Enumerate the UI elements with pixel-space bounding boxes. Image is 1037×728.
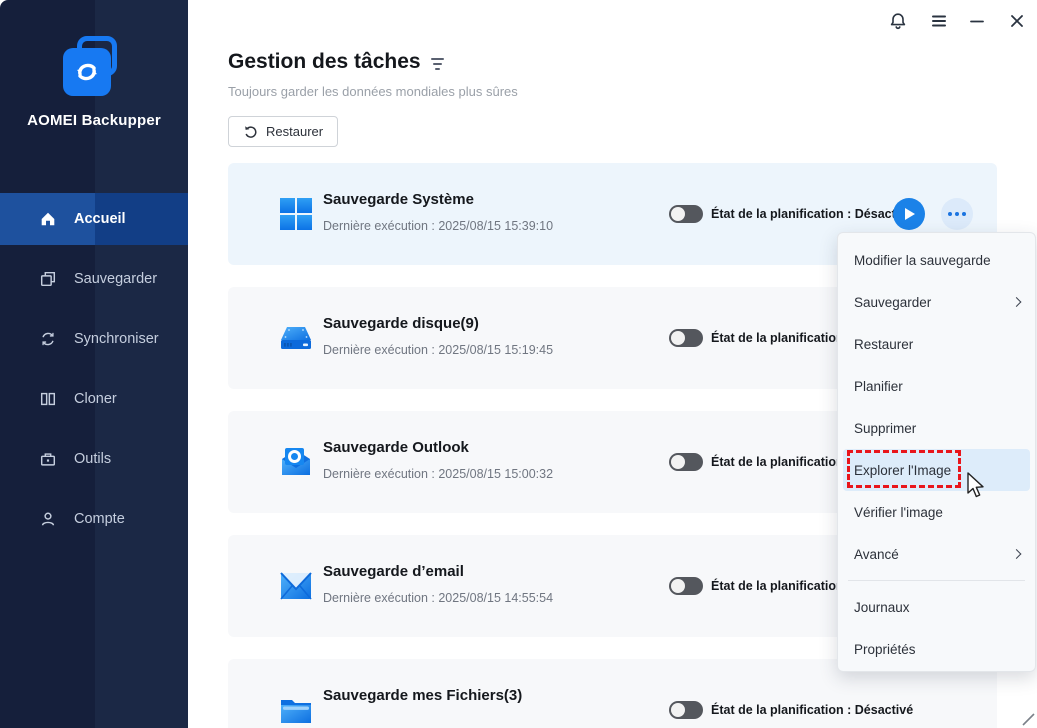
menu-item-explorer-l-image[interactable]: Explorer l'Image bbox=[843, 449, 1030, 491]
chevron-right-icon bbox=[1011, 297, 1022, 307]
restore-arrow-icon bbox=[245, 125, 257, 138]
task-name: Sauvegarde d’email bbox=[323, 563, 464, 580]
schedule-toggle[interactable] bbox=[669, 453, 703, 471]
backup-icon bbox=[38, 269, 58, 289]
menu-item-restaurer[interactable]: Restaurer bbox=[838, 323, 1035, 365]
sidebar-item-label: Accueil bbox=[74, 211, 126, 227]
schedule-toggle[interactable] bbox=[669, 577, 703, 595]
schedule-status: État de la planification : Désactivé bbox=[711, 703, 914, 717]
menu-item-avance[interactable]: Avancé bbox=[838, 533, 1035, 575]
schedule-toggle[interactable] bbox=[669, 329, 703, 347]
menu-item-sauvegarder[interactable]: Sauvegarder bbox=[838, 281, 1035, 323]
sync-icon bbox=[38, 329, 58, 349]
windows-icon bbox=[278, 196, 314, 232]
play-icon bbox=[904, 208, 915, 220]
sidebar: AOMEI Backupper Accueil Sauvegarder Sync… bbox=[0, 0, 188, 728]
task-name: Sauvegarde mes Fichiers(3) bbox=[323, 687, 523, 704]
task-last-run: Dernière exécution : 2025/08/15 14:55:54 bbox=[323, 591, 554, 605]
menu-item-modifier-la-sauvegarde[interactable]: Modifier la sauvegarde bbox=[838, 239, 1035, 281]
sidebar-item-sauvegarder[interactable]: Sauvegarder bbox=[0, 253, 188, 305]
sidebar-item-compte[interactable]: Compte bbox=[0, 493, 188, 545]
sidebar-item-cloner[interactable]: Cloner bbox=[0, 373, 188, 425]
sidebar-item-label: Compte bbox=[74, 511, 125, 527]
sidebar-item-label: Outils bbox=[74, 451, 112, 467]
filter-icon[interactable] bbox=[430, 58, 444, 70]
disk-icon bbox=[278, 320, 314, 356]
task-name: Sauvegarde Outlook bbox=[323, 439, 469, 456]
resize-grip[interactable] bbox=[1022, 713, 1035, 726]
menu-item-verifier-l-image[interactable]: Vérifier l'image bbox=[838, 491, 1035, 533]
close-icon[interactable] bbox=[1006, 10, 1028, 32]
app-logo: AOMEI Backupper bbox=[0, 36, 188, 129]
sidebar-item-outils[interactable]: Outils bbox=[0, 433, 188, 485]
more-options-button[interactable] bbox=[941, 198, 973, 230]
restore-button[interactable]: Restaurer bbox=[228, 116, 339, 147]
task-last-run: Dernière exécution : 2025/08/15 15:00:32 bbox=[323, 467, 554, 481]
sidebar-nav: Accueil Sauvegarder Synchroniser Cloner … bbox=[0, 193, 188, 553]
app-menu-icon[interactable] bbox=[928, 10, 950, 32]
menu-separator bbox=[848, 580, 1025, 581]
app-window: AOMEI Backupper Accueil Sauvegarder Sync… bbox=[0, 0, 1037, 728]
task-name: Sauvegarde disque(9) bbox=[323, 315, 479, 332]
schedule-toggle[interactable] bbox=[669, 205, 703, 223]
task-last-run: Dernière exécution : 2025/08/15 15:19:45 bbox=[323, 343, 554, 357]
menu-item-proprietes[interactable]: Propriétés bbox=[838, 628, 1035, 670]
menu-item-journaux[interactable]: Journaux bbox=[838, 586, 1035, 628]
aomei-logo-icon bbox=[63, 36, 125, 98]
email-icon bbox=[278, 568, 314, 604]
sync-arrows-icon bbox=[77, 63, 97, 81]
page-subtitle: Toujours garder les données mondiales pl… bbox=[228, 84, 518, 99]
outlook-icon bbox=[278, 444, 314, 480]
page-title: Gestion des tâches bbox=[228, 50, 444, 74]
mouse-cursor bbox=[966, 472, 990, 505]
chevron-right-icon bbox=[1011, 549, 1022, 559]
menu-item-planifier[interactable]: Planifier bbox=[838, 365, 1035, 407]
menu-item-supprimer[interactable]: Supprimer bbox=[838, 407, 1035, 449]
tools-icon bbox=[38, 449, 58, 469]
sidebar-item-label: Sauvegarder bbox=[74, 271, 158, 287]
minimize-icon[interactable] bbox=[966, 10, 988, 32]
account-icon bbox=[38, 509, 58, 529]
home-icon bbox=[38, 209, 58, 229]
folder-icon bbox=[278, 692, 314, 728]
sidebar-item-label: Synchroniser bbox=[74, 331, 159, 347]
sidebar-item-accueil[interactable]: Accueil bbox=[0, 193, 188, 245]
task-context-menu: Modifier la sauvegarde Sauvegarder Resta… bbox=[837, 232, 1036, 672]
run-backup-button[interactable] bbox=[893, 198, 925, 230]
task-last-run: Dernière exécution : 2025/08/15 15:39:10 bbox=[323, 219, 554, 233]
sidebar-item-synchroniser[interactable]: Synchroniser bbox=[0, 313, 188, 365]
app-name: AOMEI Backupper bbox=[27, 112, 161, 129]
schedule-toggle[interactable] bbox=[669, 701, 703, 719]
task-name: Sauvegarde Système bbox=[323, 191, 474, 208]
schedule-status: État de la planification : Désactivé bbox=[711, 207, 914, 221]
notifications-bell-icon[interactable] bbox=[887, 10, 909, 32]
clone-icon bbox=[38, 389, 58, 409]
sidebar-item-label: Cloner bbox=[74, 391, 117, 407]
